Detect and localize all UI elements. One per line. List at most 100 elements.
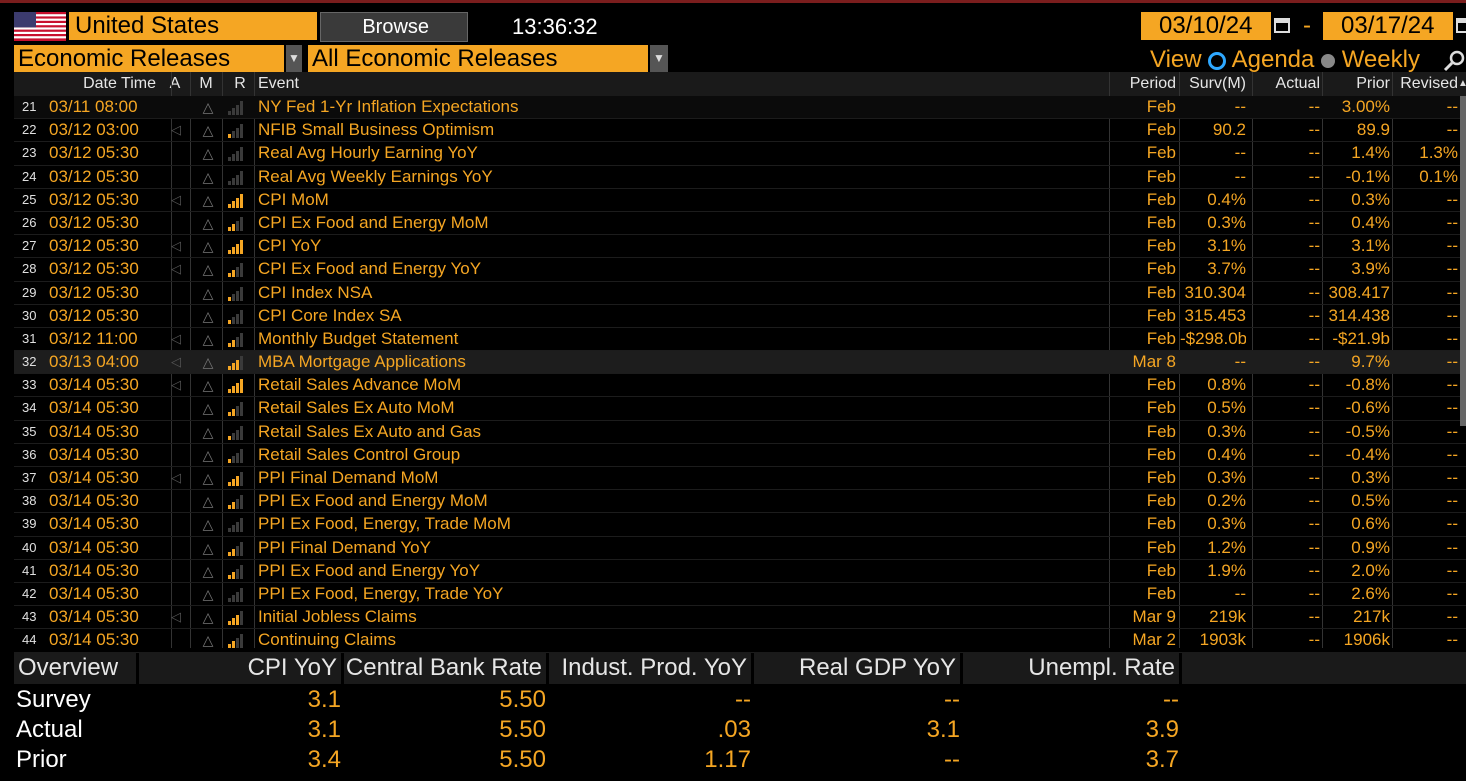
bell-icon[interactable]: △ — [198, 166, 218, 188]
speaker-icon[interactable] — [166, 583, 186, 605]
bell-icon[interactable]: △ — [198, 513, 218, 535]
bell-icon[interactable]: △ — [198, 490, 218, 512]
table-row[interactable]: 25 03/12 05:30 ◁ △ CPI MoM Feb 0.4% -- 0.3% -- — [14, 189, 1466, 212]
category-select[interactable]: Economic Releases — [14, 45, 284, 73]
table-row[interactable]: 24 03/12 05:30 △ Real Avg Weekly Earnings Y… — [14, 166, 1466, 189]
bell-icon[interactable]: △ — [198, 305, 218, 327]
table-row[interactable]: 44 03/14 05:30 △ Continuing Claims Mar 2 1903… — [14, 629, 1466, 653]
speaker-icon[interactable] — [166, 629, 186, 651]
table-row[interactable]: 43 03/14 05:30 ◁ △ Initial Jobless Claims Mar… — [14, 606, 1466, 630]
speaker-icon[interactable]: ◁ — [166, 374, 186, 396]
table-row[interactable]: 29 03/12 05:30 △ CPI Index NSA Feb 310.304 -- 3… — [14, 282, 1466, 305]
scrollbar[interactable] — [1460, 96, 1466, 426]
table-row[interactable]: 41 03/14 05:30 △ PPI Ex Food and Energy YoY… — [14, 560, 1466, 583]
col-prior[interactable]: Prior — [1324, 72, 1390, 96]
col-event[interactable]: Event — [258, 72, 458, 96]
view-agenda-label[interactable]: Agenda — [1232, 46, 1315, 73]
calendar-icon[interactable] — [1455, 16, 1466, 34]
table-row[interactable]: 33 03/14 05:30 ◁ △ Retail Sales Advance MoM F… — [14, 374, 1466, 398]
col-m[interactable]: M — [198, 72, 214, 96]
table-row[interactable]: 40 03/14 05:30 △ PPI Final Demand YoY Feb 1.2… — [14, 537, 1466, 560]
bell-icon[interactable]: △ — [198, 235, 218, 257]
country-field[interactable]: United States — [69, 12, 317, 40]
view-weekly-label[interactable]: Weekly — [1342, 46, 1420, 73]
table-row[interactable]: 37 03/14 05:30 ◁ △ PPI Final Demand MoM Feb 0.… — [14, 467, 1466, 491]
speaker-icon[interactable] — [166, 421, 186, 443]
speaker-icon[interactable] — [166, 282, 186, 304]
speaker-icon[interactable]: ◁ — [166, 328, 186, 350]
scroll-up-icon[interactable]: ▲ — [1458, 72, 1466, 96]
col-datetime[interactable]: Date Time — [54, 72, 156, 96]
bell-icon[interactable]: △ — [198, 212, 218, 234]
table-row[interactable]: 38 03/14 05:30 △ PPI Ex Food and Energy MoM… — [14, 490, 1466, 514]
col-actual[interactable]: Actual — [1254, 72, 1320, 96]
table-row[interactable]: 35 03/14 05:30 △ Retail Sales Ex Auto and G… — [14, 421, 1466, 444]
speaker-icon[interactable] — [166, 166, 186, 188]
speaker-icon[interactable]: ◁ — [166, 119, 186, 141]
speaker-icon[interactable]: ◁ — [166, 235, 186, 257]
table-row[interactable]: 30 03/12 05:30 △ CPI Core Index SA Feb 315.45… — [14, 305, 1466, 328]
filter-select[interactable]: All Economic Releases — [308, 45, 648, 73]
speaker-icon[interactable] — [166, 212, 186, 234]
speaker-icon[interactable] — [166, 560, 186, 582]
table-row[interactable]: 36 03/14 05:30 △ Retail Sales Control Group… — [14, 444, 1466, 467]
table-row[interactable]: 26 03/12 05:30 △ CPI Ex Food and Energy MoM… — [14, 212, 1466, 236]
table-row[interactable]: 32 03/13 04:00 ◁ △ MBA Mortgage Applications… — [14, 351, 1466, 375]
table-row[interactable]: 27 03/12 05:30 ◁ △ CPI YoY Feb 3.1% -- 3.1% -- — [14, 235, 1466, 259]
table-row[interactable]: 23 03/12 05:30 △ Real Avg Hourly Earning Yo… — [14, 142, 1466, 166]
table-row[interactable]: 28 03/12 05:30 ◁ △ CPI Ex Food and Energy Yo… — [14, 258, 1466, 282]
table-row[interactable]: 39 03/14 05:30 △ PPI Ex Food, Energy, Trade… — [14, 513, 1466, 537]
bell-icon[interactable]: △ — [198, 537, 218, 559]
bell-icon[interactable]: △ — [198, 119, 218, 141]
table-row[interactable]: 22 03/12 03:00 ◁ △ NFIB Small Business Optim… — [14, 119, 1466, 143]
speaker-icon[interactable]: ◁ — [166, 467, 186, 489]
bell-icon[interactable]: △ — [198, 606, 218, 628]
table-row[interactable]: 21 03/11 08:00 △ NY Fed 1-Yr Inflation Expe… — [14, 96, 1466, 120]
chevron-down-icon[interactable]: ▼ — [286, 45, 302, 73]
bell-icon[interactable]: △ — [198, 189, 218, 211]
col-revised[interactable]: Revised — [1392, 72, 1458, 96]
date-from-field[interactable]: 03/10/24 — [1141, 12, 1271, 40]
relevance-bars-icon — [228, 282, 252, 304]
bell-icon[interactable]: △ — [198, 282, 218, 304]
bell-icon[interactable]: △ — [198, 142, 218, 164]
table-row[interactable]: 31 03/12 11:00 ◁ △ Monthly Budget Statement F… — [14, 328, 1466, 352]
speaker-icon[interactable] — [166, 537, 186, 559]
col-period[interactable]: Period — [1110, 72, 1176, 96]
speaker-icon[interactable]: ◁ — [166, 351, 186, 373]
bell-icon[interactable]: △ — [198, 444, 218, 466]
speaker-icon[interactable]: ◁ — [166, 606, 186, 628]
bell-icon[interactable]: △ — [198, 467, 218, 489]
speaker-icon[interactable] — [166, 490, 186, 512]
bell-icon[interactable]: △ — [198, 258, 218, 280]
bell-icon[interactable]: △ — [198, 397, 218, 419]
bell-icon[interactable]: △ — [198, 374, 218, 396]
speaker-icon[interactable] — [166, 397, 186, 419]
speaker-icon[interactable] — [166, 142, 186, 164]
date-to-field[interactable]: 03/17/24 — [1323, 12, 1453, 40]
browse-button[interactable]: Browse — [320, 12, 468, 42]
chevron-down-icon[interactable]: ▼ — [650, 45, 668, 73]
table-row[interactable]: 34 03/14 05:30 △ Retail Sales Ex Auto MoM Fe… — [14, 397, 1466, 421]
speaker-icon[interactable] — [166, 305, 186, 327]
speaker-icon[interactable] — [166, 513, 186, 535]
col-survey[interactable]: Surv(M) — [1180, 72, 1246, 96]
speaker-icon[interactable]: ◁ — [166, 189, 186, 211]
speaker-icon[interactable]: ◁ — [166, 258, 186, 280]
radio-agenda[interactable] — [1208, 51, 1227, 70]
radio-weekly[interactable] — [1321, 53, 1336, 68]
bell-icon[interactable]: △ — [198, 328, 218, 350]
bell-icon[interactable]: △ — [198, 421, 218, 443]
col-r[interactable]: R — [232, 72, 248, 96]
bell-icon[interactable]: △ — [198, 629, 218, 651]
bell-icon[interactable]: △ — [198, 560, 218, 582]
speaker-icon[interactable] — [166, 444, 186, 466]
col-a[interactable]: A — [167, 72, 183, 96]
bell-icon[interactable]: △ — [198, 351, 218, 373]
calendar-icon[interactable] — [1273, 16, 1291, 34]
zoom-icon[interactable] — [1442, 49, 1466, 73]
bell-icon[interactable]: △ — [198, 96, 218, 118]
bell-icon[interactable]: △ — [198, 583, 218, 605]
speaker-icon[interactable] — [166, 96, 186, 118]
table-row[interactable]: 42 03/14 05:30 △ PPI Ex Food, Energy, Trade… — [14, 583, 1466, 607]
